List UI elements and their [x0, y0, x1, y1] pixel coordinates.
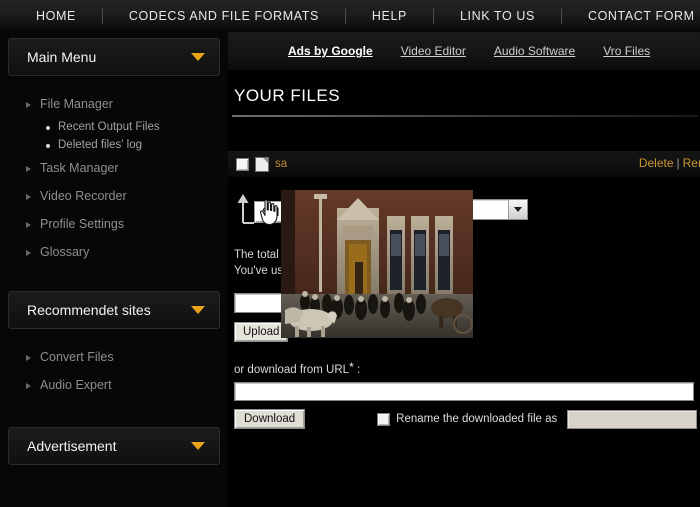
- file-path-input[interactable]: [234, 293, 398, 313]
- nav-item-help[interactable]: HELP: [346, 0, 433, 32]
- sidebar-item-label: Video Recorder: [40, 189, 127, 203]
- quota-line-total: The total (Standard) is 300 MB.: [234, 249, 394, 261]
- rename-downloaded-label: Rename the downloaded file as: [396, 413, 558, 425]
- file-picker[interactable]: Browse...: [234, 293, 466, 313]
- nav-item-link-to-us[interactable]: LINK TO US: [434, 0, 561, 32]
- quota-info: The total (Standard) is 300 MB. You've u…: [228, 247, 700, 279]
- sidebar-item-convert-files[interactable]: Convert Files: [0, 343, 228, 371]
- chevron-right-icon: [26, 166, 31, 172]
- chevron-down-icon[interactable]: [191, 53, 205, 61]
- table-row[interactable]: sa Delete|Rename: [228, 151, 700, 177]
- sidebar-item-label: File Manager: [40, 97, 113, 111]
- sidebar-menu-main: File Manager Recent Output Files Deleted…: [0, 90, 228, 266]
- download-url-label-text: or download from URL: [234, 364, 350, 376]
- move-up-arrow-icon: [237, 194, 254, 224]
- nav-item-codecs-and-file-formats[interactable]: CODECS AND FILE FORMATS: [103, 0, 345, 32]
- bullet-icon: [46, 144, 50, 148]
- sidebar-panel-title: Recommendet sites: [27, 302, 151, 318]
- browse-button[interactable]: Browse...: [398, 293, 466, 313]
- sidebar-item-recent-output-files[interactable]: Recent Output Files: [0, 118, 228, 136]
- sidebar-item-label: Profile Settings: [40, 217, 125, 231]
- file-name-link[interactable]: sa: [275, 158, 287, 170]
- sidebar-item-label: Task Manager: [40, 161, 119, 175]
- upload-button[interactable]: Upload: [234, 322, 289, 342]
- dropdown-arrow-button[interactable]: [508, 200, 527, 219]
- sidebar-item-profile-settings[interactable]: Profile Settings: [0, 210, 228, 238]
- ads-by-google-link[interactable]: Ads by Google: [288, 44, 373, 58]
- sidebar-item-audio-expert[interactable]: Audio Expert: [0, 371, 228, 399]
- download-url-label: or download from URL* :: [228, 360, 700, 376]
- sidebar-item-label: Audio Expert: [40, 378, 112, 392]
- sidebar-panel-header-recommended-sites[interactable]: Recommendet sites: [8, 291, 220, 329]
- sidebar-item-label: Convert Files: [40, 350, 114, 364]
- file-select-checkbox[interactable]: [236, 157, 249, 171]
- file-actions-row: Sel: [228, 189, 700, 229]
- select-all-button[interactable]: Sel: [254, 201, 288, 223]
- page-title: YOUR FILES: [234, 86, 341, 105]
- quota-line-used: You've us available for upload 286.41 MB…: [234, 265, 449, 277]
- chevron-down-icon: [514, 207, 522, 212]
- main-content: Ads by Google Video Editor Audio Softwar…: [228, 32, 700, 507]
- ad-link-audio-software[interactable]: Audio Software: [494, 44, 575, 58]
- rename-link[interactable]: Rename: [683, 156, 700, 170]
- sidebar-item-deleted-files-log[interactable]: Deleted files' log: [0, 136, 228, 154]
- sidebar-panel-title: Main Menu: [27, 49, 97, 65]
- chevron-down-icon[interactable]: [191, 306, 205, 314]
- label-colon: :: [356, 364, 361, 376]
- chevron-right-icon: [26, 102, 31, 108]
- download-actions-row: Download Rename the downloaded file as: [234, 409, 700, 429]
- download-url-input[interactable]: [234, 382, 694, 401]
- download-button[interactable]: Download: [234, 409, 306, 429]
- chevron-down-icon[interactable]: [191, 442, 205, 450]
- sidebar-item-label: Recent Output Files: [58, 121, 160, 133]
- ad-link-video-editor[interactable]: Video Editor: [401, 44, 466, 58]
- sidebar-item-glossary[interactable]: Glossary: [0, 238, 228, 266]
- ad-link-vro-files[interactable]: Vro Files: [603, 44, 650, 58]
- rename-downloaded-input[interactable]: [567, 409, 698, 429]
- nav-item-contact-form[interactable]: CONTACT FORM: [562, 0, 700, 32]
- sidebar-menu-recommended: Convert Files Audio Expert: [0, 343, 228, 399]
- google-ads-bar: Ads by Google Video Editor Audio Softwar…: [228, 32, 700, 70]
- upload-section: Browse... Upload: [228, 293, 700, 342]
- chevron-right-icon: [26, 383, 31, 389]
- sidebar-panel-header-main-menu[interactable]: Main Menu: [8, 38, 220, 76]
- rename-downloaded-checkbox[interactable]: [377, 412, 391, 426]
- app-window: HOME CODECS AND FILE FORMATS HELP LINK T…: [0, 0, 700, 507]
- sidebar-item-video-recorder[interactable]: Video Recorder: [0, 182, 228, 210]
- action-separator: |: [676, 156, 680, 170]
- bullet-icon: [46, 126, 50, 130]
- chevron-right-icon: [26, 355, 31, 361]
- sidebar-item-label: Deleted files' log: [58, 139, 143, 151]
- sidebar: Main Menu File Manager Recent Output Fil…: [0, 32, 228, 507]
- nav-item-home[interactable]: HOME: [10, 0, 102, 32]
- required-marker: *: [349, 360, 354, 374]
- chevron-right-icon: [26, 194, 31, 200]
- row-actions: Delete|Rename: [639, 156, 700, 170]
- file-action-select[interactable]: [466, 199, 528, 220]
- chevron-right-icon: [26, 250, 31, 256]
- sidebar-panel-title: Advertisement: [27, 438, 117, 454]
- title-divider: [232, 115, 698, 117]
- delete-link[interactable]: Delete: [639, 156, 674, 170]
- top-navigation: HOME CODECS AND FILE FORMATS HELP LINK T…: [0, 0, 700, 32]
- file-icon[interactable]: [255, 156, 269, 172]
- sidebar-item-label: Glossary: [40, 245, 90, 259]
- sidebar-item-task-manager[interactable]: Task Manager: [0, 154, 228, 182]
- sidebar-item-file-manager[interactable]: File Manager: [0, 90, 228, 118]
- sidebar-panel-header-advertisement[interactable]: Advertisement: [8, 427, 220, 465]
- chevron-right-icon: [26, 222, 31, 228]
